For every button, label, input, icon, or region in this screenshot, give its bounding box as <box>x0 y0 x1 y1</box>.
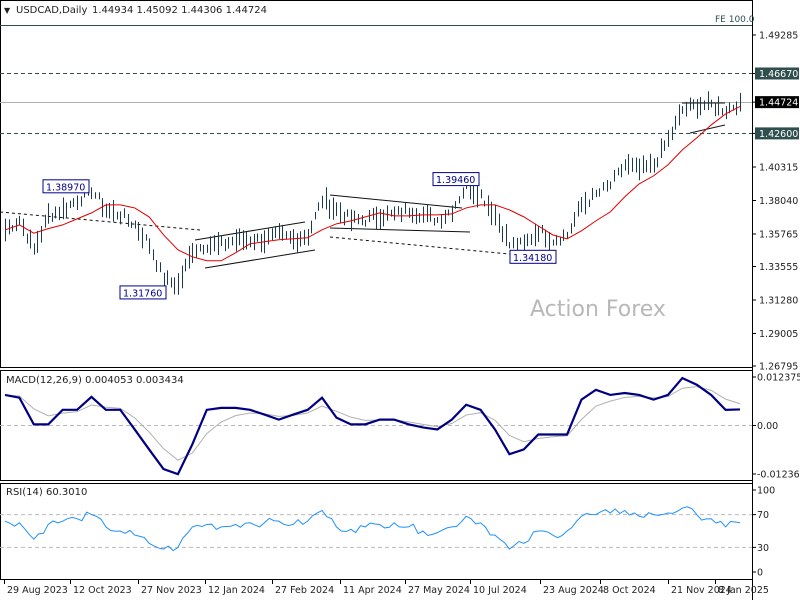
price-tick-label: 1.31280 <box>759 295 798 306</box>
macd-tick-label: 0.012375 <box>757 373 800 384</box>
symbol-title: USDCAD,Daily <box>16 5 87 16</box>
rsi-tick-label: 100 <box>757 486 775 497</box>
price-tick-label: 1.29005 <box>759 329 798 340</box>
price-tick-label: 1.35765 <box>759 229 798 240</box>
date-tick-label: 23 Aug 2024 <box>543 585 604 596</box>
date-tick-label: 12 Jan 2024 <box>208 585 265 596</box>
pivot-label-text: 1.31760 <box>123 288 162 299</box>
date-tick-label: 12 Oct 2023 <box>73 585 132 596</box>
rsi-tick-label: 30 <box>757 543 769 554</box>
date-tick-label: 27 Feb 2024 <box>275 585 334 596</box>
ohlc-values: 1.44934 1.45092 1.44306 1.44724 <box>92 5 267 16</box>
price-tick-label: 1.38040 <box>759 196 798 207</box>
pivot-label-text: 1.39460 <box>436 175 475 186</box>
price-tick-label: 1.44724 <box>759 98 798 109</box>
watermark: Action Forex <box>530 297 666 322</box>
rsi-title: RSI(14) 60.3010 <box>6 487 87 498</box>
fe-label: FE 100.0 <box>715 15 755 25</box>
macd-tick-label: 0.00 <box>757 421 778 432</box>
price-tick-label: 1.49285 <box>759 31 798 42</box>
rsi-tick-label: 70 <box>757 510 769 521</box>
date-tick-label: 11 Apr 2024 <box>343 585 402 596</box>
price-tick-label: 1.33555 <box>759 262 798 273</box>
price-tick-label: 1.40315 <box>759 163 798 174</box>
price-tick-label: 1.26795 <box>759 362 798 373</box>
pivot-label: 1.34180 <box>509 249 557 264</box>
pivot-label: 1.31760 <box>119 285 167 300</box>
date-tick-label: 29 Aug 2023 <box>7 585 68 596</box>
pivot-label: 1.38970 <box>42 179 90 194</box>
date-tick-label: 27 May 2024 <box>408 585 470 596</box>
collapse-arrow-icon[interactable]: ▼ <box>4 6 11 15</box>
date-tick-label: 8 Oct 2024 <box>603 585 656 596</box>
date-tick-label: 27 Nov 2023 <box>141 585 202 596</box>
rsi-tick-label: 0 <box>757 568 763 579</box>
price-tick-label: 1.42600 <box>759 129 798 140</box>
date-tick-label: 10 Jul 2024 <box>473 585 527 596</box>
pivot-label-text: 1.38970 <box>46 182 85 193</box>
pivot-label-text: 1.34180 <box>513 253 552 264</box>
chart: 1.38970 1.31760 1.39460 1.34180 1.49285 1.46… <box>0 0 800 600</box>
macd-title: MACD(12,26,9) 0.004053 0.003434 <box>6 375 184 386</box>
pivot-label: 1.39460 <box>432 172 480 187</box>
date-tick-label: 8 Jan 2025 <box>718 585 769 596</box>
macd-tick-label: -0.012367 <box>757 470 800 481</box>
price-tick-label: 1.46670 <box>759 69 798 80</box>
